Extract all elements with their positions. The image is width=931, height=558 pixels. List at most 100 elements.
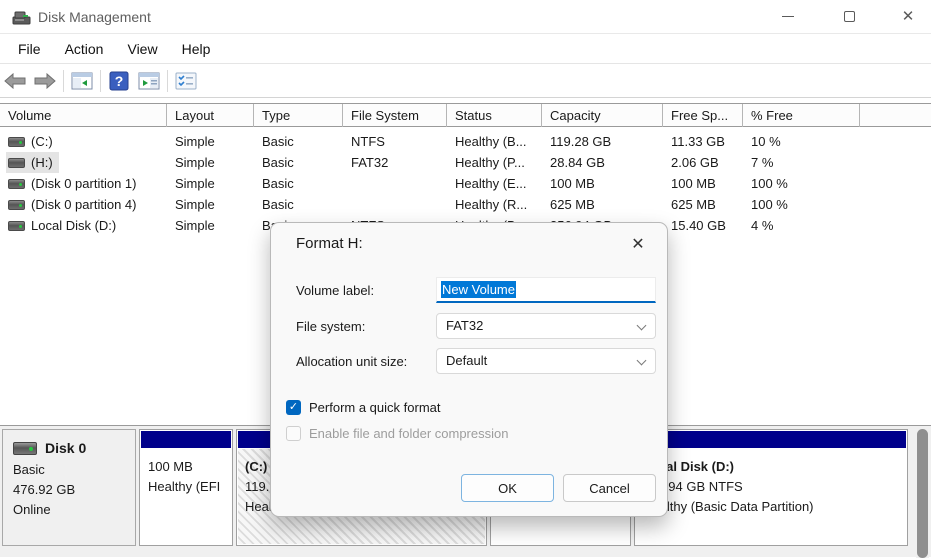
menu-help[interactable]: Help (172, 37, 221, 61)
capacity-cell: 119.28 GB (550, 134, 612, 149)
column-header-type[interactable]: Type (254, 104, 343, 127)
checkbox-unchecked-icon (286, 426, 301, 441)
back-arrow-icon (4, 73, 26, 89)
column-header-capacity[interactable]: Capacity (542, 104, 663, 127)
column-header-free-space[interactable]: Free Sp... (663, 104, 743, 127)
drive-icon (8, 136, 25, 147)
free-cell: 625 MB (671, 197, 716, 212)
dialog-title: Format H: (296, 235, 363, 252)
menu-view[interactable]: View (117, 37, 167, 61)
action-pane-icon (138, 72, 160, 90)
file-system-label: File system: (296, 319, 366, 334)
column-header-status[interactable]: Status (447, 104, 542, 127)
close-icon: ✕ (901, 8, 915, 25)
cancel-button[interactable]: Cancel (563, 474, 656, 502)
partition-block-efi[interactable]: 100 MB Healthy (EFI (139, 429, 233, 546)
disk-management-window: Disk Management ✕ File Action View Help (0, 0, 931, 558)
layout-cell: Simple (175, 176, 215, 191)
column-header-empty (860, 104, 931, 127)
column-header-file-system[interactable]: File System (343, 104, 447, 127)
table-row-h-selected[interactable]: (H:) Simple Basic FAT32 Healthy (P... 28… (0, 152, 931, 173)
chevron-down-icon (638, 357, 646, 365)
pct-cell: 100 % (751, 176, 788, 191)
scrollbar-thumb[interactable] (917, 429, 928, 558)
quick-format-checkbox[interactable]: ✓ Perform a quick format (286, 400, 441, 415)
volume-cell: Local Disk (D:) (0, 215, 167, 236)
table-row-partition1[interactable]: (Disk 0 partition 1) Simple Basic Health… (0, 173, 931, 194)
window-title: Disk Management (38, 9, 151, 25)
pct-cell: 4 % (751, 218, 774, 233)
table-row-partition4[interactable]: (Disk 0 partition 4) Simple Basic Health… (0, 194, 931, 215)
help-icon: ? (109, 71, 129, 91)
forward-button[interactable] (30, 67, 60, 95)
type-cell: Basic (262, 134, 294, 149)
volume-label-value: New Volume (441, 281, 516, 298)
show-action-pane-button[interactable] (134, 67, 164, 95)
fs-cell: FAT32 (351, 155, 389, 170)
disk-type: Basic (13, 462, 45, 477)
show-console-tree-button[interactable] (67, 67, 97, 95)
free-cell: 2.06 GB (671, 155, 719, 170)
partition-line: Local Disk (D:) (643, 459, 735, 474)
chevron-down-icon (638, 322, 646, 330)
help-button[interactable]: ? (104, 67, 134, 95)
type-cell: Basic (262, 176, 294, 191)
dialog-close-button[interactable]: ✕ (625, 232, 651, 256)
type-cell: Basic (262, 197, 294, 212)
dialog-close-icon: ✕ (631, 236, 645, 253)
title-bar: Disk Management ✕ (0, 0, 931, 34)
table-row-c[interactable]: (C:) Simple Basic NTFS Healthy (B... 119… (0, 131, 931, 152)
ok-button[interactable]: OK (461, 474, 554, 502)
free-cell: 11.33 GB (671, 134, 725, 149)
column-header-pct-free[interactable]: % Free (743, 104, 860, 127)
checklist-icon (175, 72, 197, 90)
disk-management-app-icon (12, 11, 31, 25)
layout-cell: Simple (175, 155, 215, 170)
volume-list-header: Volume Layout Type File System Status Ca… (0, 103, 931, 127)
toolbar-separator (100, 70, 101, 92)
partition-line: 100 MB (148, 459, 193, 474)
column-header-layout[interactable]: Layout (167, 104, 254, 127)
back-button[interactable] (0, 67, 30, 95)
toolbar-separator (63, 70, 64, 92)
properties-button[interactable] (171, 67, 201, 95)
volume-label-input[interactable]: New Volume (436, 277, 656, 303)
minimize-button[interactable] (765, 0, 811, 33)
maximize-button[interactable] (826, 0, 872, 33)
quick-format-label: Perform a quick format (309, 400, 441, 415)
volume-cell: (H:) (0, 152, 167, 173)
disk-icon (13, 441, 37, 455)
status-cell: Healthy (B... (455, 134, 527, 149)
volume-cell: (Disk 0 partition 1) (0, 173, 167, 194)
allocation-select[interactable]: Default (436, 348, 656, 374)
menu-action[interactable]: Action (55, 37, 114, 61)
allocation-label: Allocation unit size: (296, 354, 408, 369)
menu-file[interactable]: File (8, 37, 51, 61)
disk0-info-panel[interactable]: Disk 0 Basic 476.92 GB Online (2, 429, 136, 546)
partition-line: Healthy (Basic Data Partition) (643, 499, 814, 514)
free-cell: 100 MB (671, 176, 716, 191)
close-button[interactable]: ✕ (885, 0, 931, 33)
status-cell: Healthy (P... (455, 155, 525, 170)
disk-size: 476.92 GB (13, 482, 76, 497)
maximize-icon (843, 11, 855, 22)
file-system-select[interactable]: FAT32 (436, 313, 656, 339)
layout-cell: Simple (175, 197, 215, 212)
pct-cell: 7 % (751, 155, 774, 170)
vertical-scrollbar[interactable] (916, 429, 929, 558)
status-cell: Healthy (R... (455, 197, 528, 212)
partition-line: Healthy (EFI (148, 479, 221, 494)
menu-bar: File Action View Help (0, 35, 931, 64)
column-header-volume[interactable]: Volume (0, 104, 167, 127)
volume-cell: (Disk 0 partition 4) (0, 194, 167, 215)
partition-stripe (636, 431, 906, 448)
capacity-cell: 28.84 GB (550, 155, 605, 170)
fs-cell (343, 173, 447, 194)
drive-icon (8, 157, 25, 168)
partition-block-d[interactable]: Local Disk (D:) 356.94 GB NTFS Healthy (… (634, 429, 908, 546)
status-cell: Healthy (E... (455, 176, 527, 191)
allocation-value: Default (446, 353, 488, 368)
disk-status: Online (13, 502, 51, 517)
checkbox-checked-icon: ✓ (286, 400, 301, 415)
toolbar-separator (167, 70, 168, 92)
